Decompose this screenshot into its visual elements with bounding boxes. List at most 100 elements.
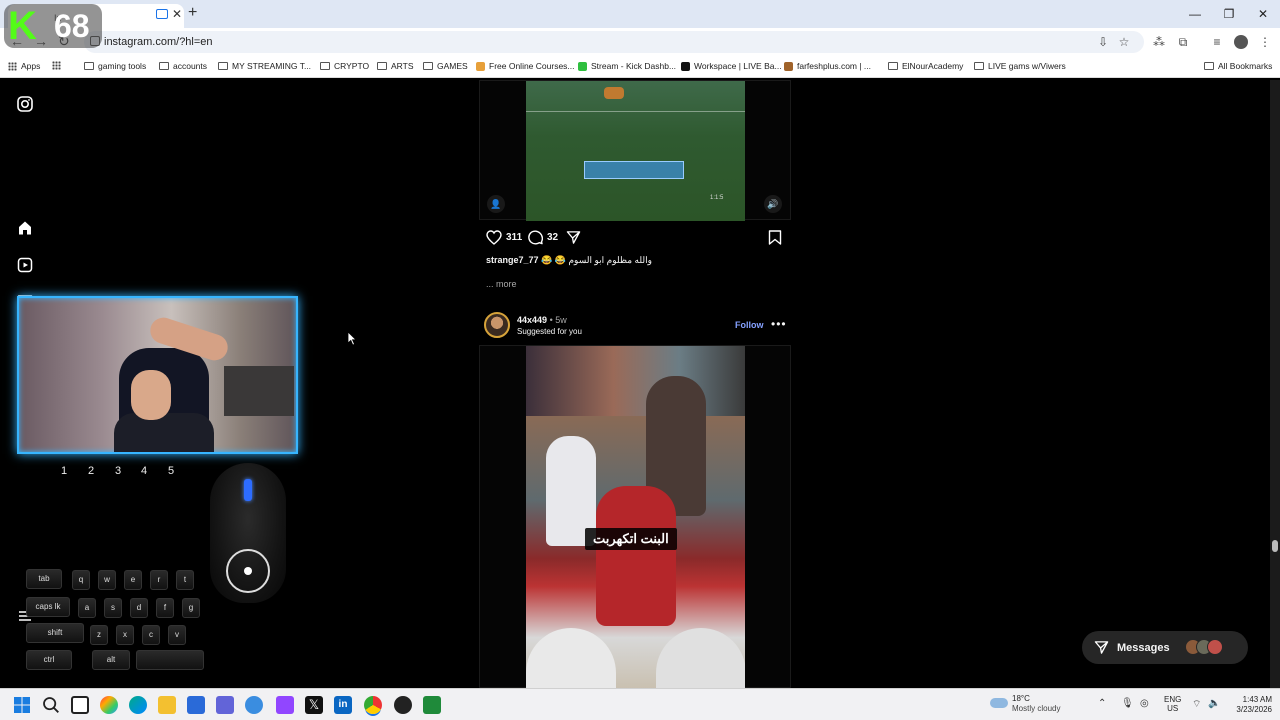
browser-menu-icon[interactable]: ⋮ bbox=[1258, 35, 1272, 49]
reels-icon[interactable] bbox=[16, 256, 34, 274]
bookmark-workspace[interactable]: Workspace | LIVE Ba... bbox=[681, 61, 782, 71]
bookmark-crypto[interactable]: CRYPTO bbox=[320, 61, 369, 71]
twitch-icon[interactable] bbox=[276, 696, 294, 714]
bookmark-gaming-tools[interactable]: gaming tools bbox=[84, 61, 146, 71]
bookmark-games[interactable]: GAMES bbox=[423, 61, 468, 71]
comment-button[interactable]: 32 bbox=[528, 230, 558, 245]
messages-avatars bbox=[1185, 639, 1223, 655]
key-ctrl: ctrl bbox=[26, 650, 72, 670]
copilot-icon[interactable] bbox=[100, 696, 118, 714]
bookmark-label: Free Online Courses... bbox=[489, 61, 575, 71]
apps-button[interactable]: Apps bbox=[8, 61, 40, 71]
extensions-puzzle-icon[interactable]: ⧉ bbox=[1176, 35, 1190, 49]
suggested-label: Suggested for you bbox=[517, 327, 582, 336]
weather-temp: 18°C bbox=[1012, 694, 1030, 703]
post-age: • 5w bbox=[549, 315, 567, 325]
scrollbar-thumb[interactable] bbox=[1272, 540, 1278, 552]
post-video-1[interactable]: 1:1:5 👤 🔊 bbox=[479, 80, 791, 221]
url-text: instagram.com/?hl=en bbox=[104, 36, 213, 48]
tab-cast-icon[interactable] bbox=[156, 9, 168, 19]
taskbar-search-icon[interactable] bbox=[42, 696, 60, 714]
tray-expand-icon[interactable]: ⌃ bbox=[1098, 698, 1106, 709]
page-scrollbar[interactable] bbox=[1270, 80, 1280, 688]
edge-icon[interactable] bbox=[129, 696, 147, 714]
post-2-username-row: 44x449 • 5w bbox=[517, 315, 567, 325]
profile-avatar[interactable] bbox=[1234, 35, 1248, 49]
restore-button[interactable]: ❐ bbox=[1212, 0, 1246, 28]
kick-favicon bbox=[578, 61, 587, 71]
bookmark-streaming[interactable]: MY STREAMING T... bbox=[218, 61, 311, 71]
all-bookmarks[interactable]: All Bookmarks bbox=[1204, 61, 1272, 71]
network-icon[interactable]: ◎ bbox=[1140, 698, 1149, 709]
install-app-icon[interactable]: ⇩ bbox=[1096, 35, 1110, 49]
tab-search-icon[interactable]: ≡ bbox=[1210, 35, 1224, 49]
game-ball bbox=[604, 87, 624, 99]
bookmark-star-icon[interactable]: ☆ bbox=[1117, 35, 1131, 49]
tab-close-icon[interactable]: ✕ bbox=[172, 7, 182, 21]
file-explorer-icon[interactable] bbox=[158, 696, 176, 714]
folder-icon bbox=[84, 62, 94, 70]
speaker-icon[interactable]: 🔈 bbox=[1208, 698, 1220, 709]
extension-badge-icon[interactable]: ⁂ bbox=[1152, 35, 1166, 49]
messages-label: Messages bbox=[1117, 641, 1170, 654]
bookmark-farfeshplus[interactable]: farfeshplus.com | ... bbox=[784, 61, 871, 71]
mouse-overlay bbox=[210, 463, 286, 603]
field-line bbox=[526, 111, 745, 112]
post-username[interactable]: 44x449 bbox=[517, 315, 547, 325]
url-field[interactable]: instagram.com/?hl=en bbox=[84, 31, 1144, 53]
share-button[interactable] bbox=[566, 230, 581, 245]
microphone-icon[interactable]: 🎙 bbox=[1121, 698, 1134, 709]
key-r: r bbox=[150, 570, 168, 590]
excel-icon[interactable] bbox=[423, 696, 441, 714]
bookmark-arts[interactable]: ARTS bbox=[377, 61, 414, 71]
store-icon[interactable] bbox=[187, 696, 205, 714]
vpn-icon[interactable] bbox=[245, 696, 263, 714]
system-clock[interactable]: 1:43 AM 3/23/2026 bbox=[1224, 695, 1272, 715]
key-1: 1 bbox=[60, 465, 68, 477]
post-options-icon[interactable]: ••• bbox=[771, 317, 787, 331]
language-indicator[interactable]: ENG US bbox=[1164, 695, 1181, 713]
key-3: 3 bbox=[114, 465, 122, 477]
bookmark-live-games[interactable]: LIVE gams w/Viwers bbox=[974, 61, 1066, 71]
instagram-logo-icon[interactable] bbox=[16, 95, 34, 113]
linkedin-icon[interactable]: in bbox=[334, 696, 352, 714]
bookmark-label: gaming tools bbox=[98, 61, 147, 71]
courses-favicon bbox=[476, 61, 485, 71]
clock-time: 1:43 AM bbox=[1242, 695, 1272, 704]
save-button[interactable] bbox=[768, 230, 782, 245]
caption-more-link[interactable]: ... more bbox=[486, 279, 517, 289]
home-icon[interactable] bbox=[16, 219, 34, 237]
task-view-icon[interactable] bbox=[71, 696, 89, 714]
key-x: x bbox=[116, 625, 134, 645]
lang-code: ENG bbox=[1164, 695, 1182, 704]
obs-icon[interactable] bbox=[394, 696, 412, 714]
bookmark-free-courses[interactable]: Free Online Courses... bbox=[476, 61, 575, 71]
minimize-button[interactable]: — bbox=[1178, 0, 1212, 28]
bookmark-kick-dashboard[interactable]: Stream - Kick Dashb... bbox=[578, 61, 676, 71]
close-window-button[interactable]: ✕ bbox=[1246, 0, 1280, 28]
key-e: e bbox=[124, 570, 142, 590]
tab-groups-button[interactable] bbox=[52, 61, 61, 70]
wifi-icon[interactable]: ⌔ bbox=[1192, 698, 1201, 711]
folder-icon bbox=[377, 62, 387, 70]
follow-button[interactable]: Follow bbox=[735, 320, 764, 330]
chrome-icon[interactable] bbox=[364, 696, 382, 714]
volume-icon[interactable]: 🔊 bbox=[764, 195, 782, 213]
webcam-overlay bbox=[17, 296, 298, 454]
tagged-user-icon[interactable]: 👤 bbox=[487, 195, 505, 213]
windows-start-icon[interactable] bbox=[13, 696, 31, 714]
messages-button[interactable]: Messages bbox=[1082, 631, 1248, 664]
like-button[interactable]: 311 bbox=[486, 230, 522, 245]
bookmark-accounts[interactable]: accounts bbox=[159, 61, 207, 71]
post-video-2[interactable]: البنت اتكهربت bbox=[479, 345, 791, 688]
teams-icon[interactable] bbox=[216, 696, 234, 714]
share-icon bbox=[566, 231, 581, 244]
caption-username[interactable]: strange7_77 bbox=[486, 255, 539, 265]
bookmark-elnour[interactable]: ElNourAcademy bbox=[888, 61, 963, 71]
folder-icon bbox=[320, 62, 330, 70]
x-twitter-icon[interactable]: 𝕏 bbox=[305, 696, 323, 714]
new-tab-button[interactable]: + bbox=[188, 4, 197, 22]
address-bar-row: ← → ↻ instagram.com/?hl=en ⇩ ☆ ⁂ ⧉ ≡ ⋮ bbox=[0, 28, 1280, 56]
avatar[interactable] bbox=[484, 312, 510, 338]
like-count: 311 bbox=[506, 232, 523, 243]
